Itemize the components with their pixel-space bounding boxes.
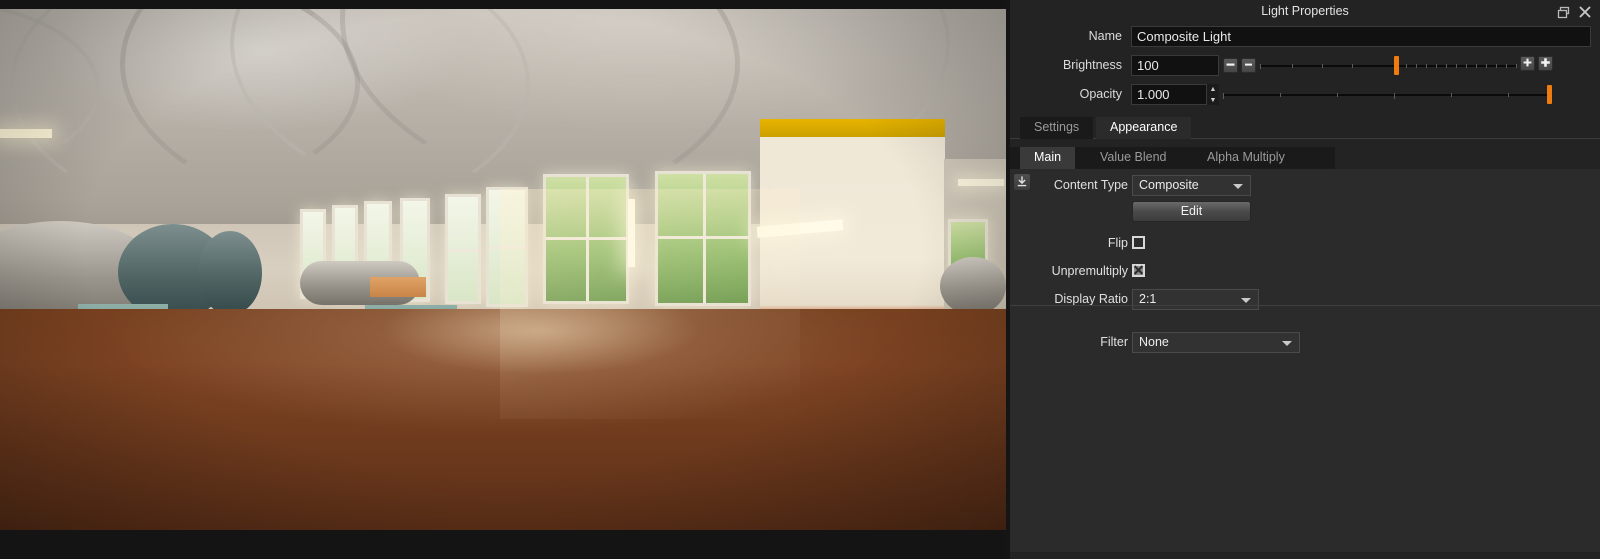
display-ratio-row: Display Ratio 2:1 [1010, 283, 1600, 313]
pano-equipment-box [370, 277, 426, 297]
flip-checkbox[interactable] [1132, 236, 1145, 249]
chevron-down-icon [1241, 298, 1251, 303]
display-ratio-dropdown[interactable]: 2:1 [1132, 289, 1259, 310]
display-ratio-value: 2:1 [1139, 292, 1157, 306]
pano-machine-cylinder [940, 257, 1006, 315]
light-properties-panel: Light Properties Name Brightness [1010, 0, 1600, 559]
pano-window [543, 174, 629, 304]
pano-light-tube [958, 179, 1004, 186]
name-input[interactable] [1131, 26, 1591, 47]
restore-window-icon[interactable] [1554, 3, 1572, 21]
pano-light-tube [628, 199, 635, 267]
tab-settings[interactable]: Settings [1020, 117, 1094, 139]
close-icon[interactable] [1576, 3, 1594, 21]
panorama-image[interactable] [0, 9, 1006, 530]
flip-row: Flip [1010, 227, 1600, 255]
unpremultiply-label: Unpremultiply [1051, 264, 1128, 278]
edit-row: Edit [1010, 197, 1600, 227]
brightness-increment-large-button[interactable] [1538, 56, 1553, 71]
opacity-spinner-down[interactable]: ▼ [1207, 95, 1219, 105]
opacity-row: Opacity ▲ ▼ [1010, 82, 1600, 114]
name-label: Name [1088, 29, 1122, 43]
brightness-input[interactable] [1131, 55, 1219, 76]
tab-main[interactable]: Main [1020, 147, 1076, 169]
content-type-value: Composite [1139, 178, 1199, 192]
brightness-slider-handle[interactable] [1393, 56, 1399, 75]
filter-label: Filter [1100, 335, 1128, 349]
content-type-row: Content Type Composite [1010, 169, 1600, 197]
display-ratio-label: Display Ratio [1054, 292, 1128, 306]
pano-window [486, 187, 528, 307]
pano-window [445, 194, 481, 304]
pano-machine-cylinder [198, 231, 262, 315]
content-type-dropdown[interactable]: Composite [1132, 175, 1251, 196]
brightness-decrement-large-button[interactable] [1241, 58, 1256, 73]
pano-window [655, 171, 751, 306]
opacity-spinner-up[interactable]: ▲ [1207, 84, 1219, 94]
brightness-slider-ticks [1260, 64, 1517, 78]
tab-appearance[interactable]: Appearance [1096, 117, 1192, 139]
brightness-increment-small-button[interactable] [1520, 56, 1535, 71]
pano-floor-highlight [330, 309, 750, 419]
pano-yellow-stripe [760, 119, 945, 137]
secondary-tabstrip: Main Value Blend Alpha Multiply [1010, 147, 1600, 169]
pano-light-tube [0, 129, 52, 138]
appearance-main-pane: Content Type Composite Edit Flip Unpremu… [1010, 169, 1600, 552]
opacity-spinner[interactable]: ▲ ▼ [1206, 84, 1219, 105]
tab-value-blend[interactable]: Value Blend [1086, 147, 1181, 169]
flip-label: Flip [1107, 236, 1128, 250]
name-row: Name [1010, 24, 1600, 53]
chevron-down-icon [1282, 341, 1292, 346]
panel-titlebar: Light Properties [1010, 0, 1600, 24]
filter-value: None [1139, 335, 1169, 349]
unpremultiply-checkbox[interactable] [1132, 264, 1145, 277]
section-separator [1010, 305, 1600, 306]
filter-dropdown[interactable]: None [1132, 332, 1300, 353]
application-window: Light Properties Name Brightness [0, 0, 1600, 559]
brightness-row: Brightness [1010, 53, 1600, 82]
content-type-label: Content Type [1053, 178, 1128, 192]
panorama-viewport[interactable] [0, 0, 1006, 559]
primary-tabstrip: Settings Appearance [1010, 117, 1600, 139]
panel-title: Light Properties [1261, 4, 1349, 18]
edit-button[interactable]: Edit [1132, 201, 1251, 222]
chevron-down-icon [1233, 184, 1243, 189]
opacity-slider-handle[interactable] [1547, 85, 1552, 104]
filter-row: Filter None [1010, 326, 1600, 356]
unpremultiply-row: Unpremultiply [1010, 255, 1600, 283]
opacity-slider-ticks [1223, 93, 1549, 107]
brightness-decrement-small-button[interactable] [1223, 58, 1238, 73]
brightness-label: Brightness [1062, 58, 1122, 72]
opacity-label: Opacity [1079, 87, 1122, 101]
tab-alpha-multiply[interactable]: Alpha Multiply [1193, 147, 1299, 169]
